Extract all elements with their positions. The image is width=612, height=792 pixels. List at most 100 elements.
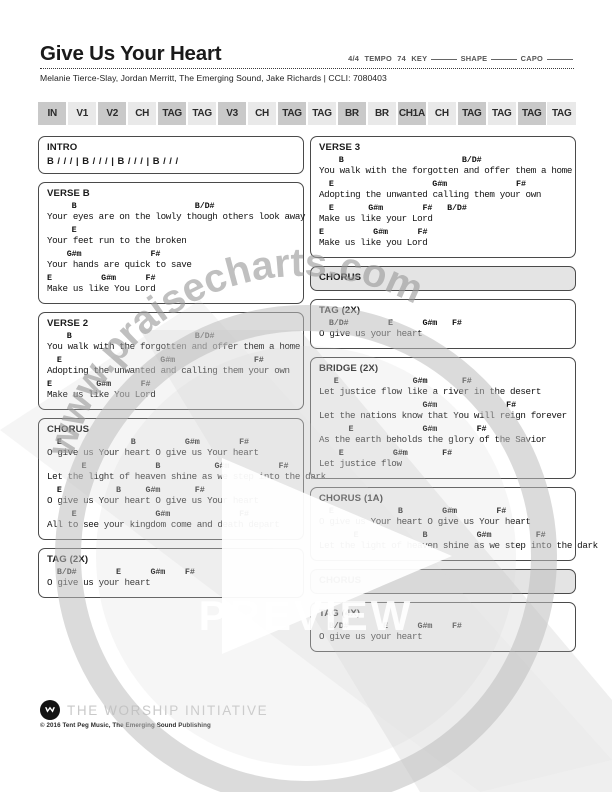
page-title: Give Us Your Heart — [40, 42, 222, 65]
nav-tag-ch1a-12[interactable]: CH1A — [397, 102, 427, 125]
section-lines: E B G#m F# O give us Your heart O give us… — [47, 437, 326, 531]
lyric-chord-pair: E G#m F# Let justice flow like a river in… — [319, 376, 567, 398]
lyric-chord-pair: G#m F# Let the nations know that You will… — [319, 400, 567, 422]
nav-tag-tag-15[interactable]: TAG — [487, 102, 516, 125]
nav-tag-ch-3[interactable]: CH — [127, 102, 157, 125]
lyric-chord-pair: E G#m F# Adopting the unwanted calling th… — [319, 179, 567, 201]
nav-tag-v3-6[interactable]: V3 — [217, 102, 247, 125]
section-label: TAG (2X) — [47, 554, 89, 565]
chord-line: E B G#m F# — [47, 461, 289, 471]
section-verse-3: VERSE 3 B B/D# You walk with the forgotte… — [310, 136, 576, 258]
lyric-line: All to see your kingdom come and death d… — [47, 519, 280, 530]
title-row: Give Us Your Heart 4/4 TEMPO 74 KEY SHAP… — [40, 42, 574, 65]
lyric-chord-pair: E G#m F# B/D# Make us like your Lord — [319, 203, 567, 225]
lyric-line: O give us your heart — [47, 577, 151, 588]
lyric-line: Let the nations know that You will reign… — [319, 410, 567, 421]
nav-tag-tag-17[interactable]: TAG — [547, 102, 576, 125]
lyric-line: Let the light of heaven shine as we step… — [47, 471, 326, 482]
key-blank[interactable] — [431, 58, 458, 60]
lyric-chord-pair: B/D# E G#m F# O give us your heart — [319, 621, 567, 643]
chord-line: G#m F# — [319, 400, 517, 410]
chord-line: E G#m F# B/D# — [319, 203, 467, 213]
nav-tag-tag-14[interactable]: TAG — [457, 102, 487, 125]
section-label: INTRO — [47, 142, 78, 153]
nav-tag-tag-4[interactable]: TAG — [157, 102, 187, 125]
chart-header: Give Us Your Heart 4/4 TEMPO 74 KEY SHAP… — [40, 42, 574, 83]
chord-line: B/D# E G#m F# — [47, 567, 195, 577]
chord-line: G#m F# — [47, 249, 161, 259]
lyric-line: You walk with the forgotten and offer th… — [319, 165, 573, 176]
section-lines: B/D# E G#m F# O give us your heart — [319, 621, 567, 643]
nav-tag-tag-9[interactable]: TAG — [307, 102, 337, 125]
lyric-chord-pair: E B G#m F# O give us Your heart O give us… — [47, 437, 295, 459]
nav-tag-in-0[interactable]: IN — [38, 102, 67, 125]
lyric-chord-pair: B/D# E G#m F# O give us your heart — [319, 318, 567, 340]
lyric-line: Make us like your Lord — [319, 213, 433, 224]
nav-tag-tag-16[interactable]: TAG — [517, 102, 546, 125]
chord-line: E G#m F# — [47, 355, 264, 365]
capo-blank[interactable] — [547, 58, 573, 60]
lyric-chord-pair: E G#m F# Adopting the unwanted and callin… — [47, 355, 295, 377]
lyric-line: O give us your heart — [319, 631, 423, 642]
section-lines: E B G#m F# O give us Your heart O give us… — [319, 506, 598, 552]
chord-line: E G#m F# — [319, 424, 487, 434]
left-column: INTRO B / / / | B / / / | B / / / | B / … — [38, 136, 326, 606]
lyric-line: Make us like you Lord — [319, 237, 428, 248]
nav-tag-v2-2[interactable]: V2 — [97, 102, 127, 125]
nav-tag-br-11[interactable]: BR — [367, 102, 397, 125]
nav-tag-br-10[interactable]: BR — [337, 102, 367, 125]
lyric-line: Your hands are quick to save — [47, 259, 192, 270]
chord-line: E G#m F# — [47, 379, 151, 389]
section-tag-2x: TAG (2X) B/D# E G#m F# O give us your hea… — [310, 299, 576, 349]
lyric-line: Make us like You Lord — [47, 283, 156, 294]
lyric-line: Let the light of heaven shine as we step… — [319, 540, 598, 551]
section-label: CHORUS (1A) — [319, 493, 383, 504]
lyric-chord-pair: G#m F# Your hands are quick to save — [47, 249, 295, 271]
lyric-chord-pair: B B/D# You walk with the forgotten and of… — [47, 331, 300, 353]
lyric-line: Your feet run to the broken — [47, 235, 187, 246]
time-signature: 4/4 — [348, 53, 360, 63]
nav-tag-tag-8[interactable]: TAG — [277, 102, 307, 125]
section-label: VERSE 2 — [47, 318, 89, 329]
lyric-chord-pair: E G#m F# Let justice flow — [319, 448, 567, 470]
lyric-line: O give us Your heart O give us Your hear… — [319, 516, 531, 527]
section-label: VERSE 3 — [319, 142, 361, 153]
tempo-label: TEMPO — [364, 53, 392, 63]
nav-tag-ch-7[interactable]: CH — [247, 102, 277, 125]
lyric-line: As the earth beholds the glory of the Sa… — [319, 434, 547, 445]
lyric-chord-pair: E G#m F# Make us like You Lord — [47, 379, 295, 401]
lyric-line: O give us your heart — [319, 328, 423, 339]
tempo-value: 74 — [397, 53, 407, 63]
section-verse-2: VERSE 2 B B/D# You walk with the forgotte… — [38, 312, 304, 410]
nav-tag-v1-1[interactable]: V1 — [67, 102, 97, 125]
lyric-line: O give us Your heart O give us Your hear… — [47, 447, 259, 458]
section-chorus-1a: CHORUS (1A) E B G#m F# O give us Your hea… — [310, 487, 598, 561]
section-tag-2x: TAG (2X) B/D# E G#m F# O give us your hea… — [38, 548, 304, 598]
section-chorus-reference-1: CHORUS — [310, 266, 576, 291]
section-lines: B/D# E G#m F# O give us your heart — [47, 567, 295, 589]
chord-line: E — [47, 225, 77, 235]
lyric-chord-pair: E B G#m F# O give us Your heart O give us… — [319, 506, 567, 528]
nav-tag-tag-5[interactable]: TAG — [187, 102, 217, 125]
lyric-chord-pair: B/D# E G#m F# O give us your heart — [47, 567, 295, 589]
lyric-chord-pair: E B G#m F# O give us Your heart O give us… — [47, 485, 295, 507]
chord-line: B B/D# — [319, 155, 482, 165]
section-label: CHORUS — [319, 575, 362, 586]
section-intro: INTRO B / / / | B / / / | B / / / | B / … — [38, 136, 304, 174]
shape-blank[interactable] — [491, 58, 518, 60]
worship-initiative-logo-icon — [40, 700, 60, 720]
lyric-chord-pair: B B/D# You walk with the forgotten and of… — [319, 155, 573, 177]
nav-tag-ch-13[interactable]: CH — [427, 102, 457, 125]
chord-line: B B/D# — [47, 201, 215, 211]
lyric-line: Make us like You Lord — [47, 389, 156, 400]
arrangement-tag-row[interactable]: IN V1 V2 CH TAG TAG V3 CH TAG TAG BR BR CH1A CH TAG TAG… — [38, 102, 576, 125]
section-lines: B B/D# You walk with the forgotten and of… — [47, 331, 300, 401]
section-label: TAG (4X) — [319, 608, 361, 619]
chord-line: E G#m F# — [319, 227, 428, 237]
chord-line: E G#m F# — [47, 273, 156, 283]
capo-label: CAPO — [520, 53, 543, 63]
right-column: VERSE 3 B B/D# You walk with the forgotte… — [310, 136, 598, 660]
key-label: KEY — [411, 53, 428, 63]
chord-line: E G#m F# — [319, 376, 472, 386]
section-label: VERSE B — [47, 188, 90, 199]
